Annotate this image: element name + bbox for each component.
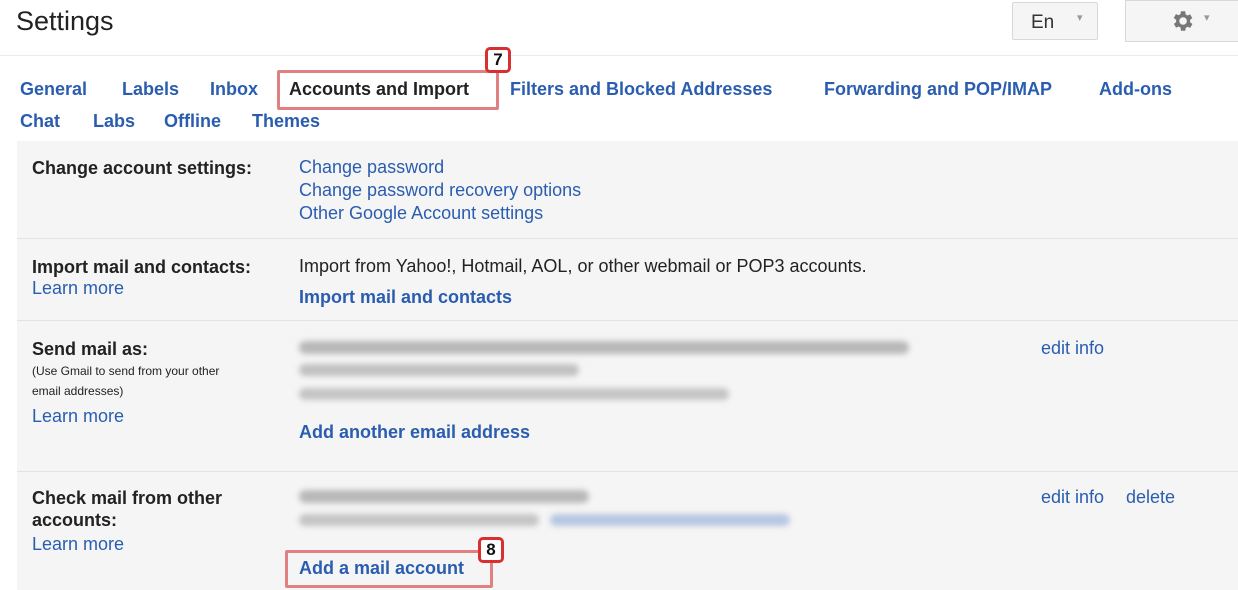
tab-addons[interactable]: Add-ons: [1099, 79, 1172, 100]
redacted-last-checked: [299, 514, 539, 526]
redacted-pop3-account: [299, 490, 589, 503]
redacted-sender-name: [299, 341, 909, 354]
tab-labs[interactable]: Labs: [93, 111, 135, 132]
check-mail-delete-link[interactable]: delete: [1126, 487, 1175, 508]
language-button[interactable]: En ▾: [1012, 2, 1098, 40]
check-mail-label: Check mail from other: [32, 488, 223, 508]
row-divider: [17, 471, 1238, 472]
language-label: En: [1031, 12, 1055, 33]
import-learn-more-link[interactable]: Learn more: [32, 278, 124, 299]
import-description: Import from Yahoo!, Hotmail, AOL, or oth…: [299, 256, 867, 276]
change-password-link[interactable]: Change password: [299, 157, 444, 178]
add-another-email-link[interactable]: Add another email address: [299, 422, 530, 443]
page-title: Settings: [16, 6, 114, 36]
gear-icon: [1173, 11, 1193, 31]
row-divider: [17, 238, 1238, 239]
tab-general[interactable]: General: [20, 79, 87, 100]
step7-badge: 7: [485, 47, 511, 73]
change-recovery-options-link[interactable]: Change password recovery options: [299, 180, 581, 201]
tab-filters[interactable]: Filters and Blocked Addresses: [510, 79, 772, 100]
redacted-history-links: [550, 514, 790, 526]
import-mail-and-contacts-link[interactable]: Import mail and contacts: [299, 287, 512, 308]
redacted-sender-email: [299, 364, 579, 376]
send-mail-as-note: (Use Gmail to send from your other: [32, 364, 220, 378]
settings-menu-button[interactable]: ▾: [1125, 0, 1238, 42]
redacted-reply-to: [299, 388, 729, 400]
chevron-down-icon: ▾: [1204, 12, 1210, 24]
chevron-down-icon: ▾: [1077, 12, 1083, 24]
other-account-settings-link[interactable]: Other Google Account settings: [299, 203, 543, 224]
import-mail-label: Import mail and contacts:: [32, 257, 252, 277]
tab-offline[interactable]: Offline: [164, 111, 221, 132]
tab-labels[interactable]: Labels: [122, 79, 179, 100]
tab-inbox[interactable]: Inbox: [210, 79, 258, 100]
send-mail-as-note: email addresses): [32, 384, 124, 398]
tab-forwarding[interactable]: Forwarding and POP/IMAP: [824, 79, 1052, 100]
send-as-edit-info-link[interactable]: edit info: [1041, 338, 1104, 359]
check-mail-label: accounts:: [32, 510, 118, 530]
check-mail-edit-info-link[interactable]: edit info: [1041, 487, 1104, 508]
tab-chat[interactable]: Chat: [20, 111, 60, 132]
header-divider: [0, 55, 1238, 56]
row-divider: [17, 320, 1238, 321]
check-mail-learn-more-link[interactable]: Learn more: [32, 534, 124, 555]
tab-themes[interactable]: Themes: [252, 111, 320, 132]
add-mail-account-link[interactable]: Add a mail account: [299, 558, 464, 579]
send-as-learn-more-link[interactable]: Learn more: [32, 406, 124, 427]
tab-accounts-and-import[interactable]: Accounts and Import: [289, 79, 469, 100]
change-account-settings-label: Change account settings:: [32, 158, 253, 178]
step8-badge: 8: [478, 537, 504, 563]
send-mail-as-label: Send mail as:: [32, 339, 149, 359]
